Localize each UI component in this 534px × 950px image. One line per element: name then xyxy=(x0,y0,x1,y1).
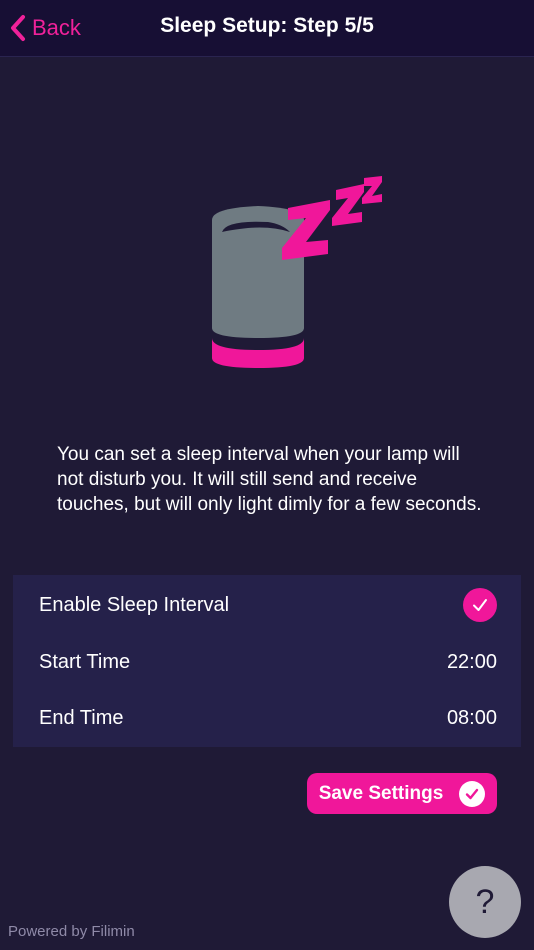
enable-sleep-label: Enable Sleep Interval xyxy=(39,593,230,616)
end-time-label: End Time xyxy=(39,706,124,729)
enable-sleep-checkbox[interactable] xyxy=(463,588,497,622)
end-time-row[interactable]: End Time 08:00 xyxy=(39,698,497,738)
page-title: Sleep Setup: Step 5/5 xyxy=(160,14,374,37)
start-time-row[interactable]: Start Time 22:00 xyxy=(39,642,497,682)
sleep-settings-panel: Enable Sleep Interval Start Time 22:00 E… xyxy=(13,575,521,747)
end-time-value[interactable]: 08:00 xyxy=(447,707,497,730)
check-circle-icon xyxy=(459,780,486,807)
enable-sleep-row[interactable]: Enable Sleep Interval xyxy=(39,585,497,625)
start-time-label: Start Time xyxy=(39,650,131,673)
check-icon xyxy=(473,599,487,611)
top-bar: Back Sleep Setup: Step 5/5 xyxy=(0,0,534,57)
save-settings-button[interactable]: Save Settings xyxy=(307,773,497,814)
description-text: You can set a sleep interval when your l… xyxy=(57,444,482,515)
start-time-value[interactable]: 22:00 xyxy=(447,651,497,674)
sleeping-lamp-icon xyxy=(212,176,382,368)
help-button[interactable]: ? xyxy=(449,866,521,938)
save-settings-label: Save Settings xyxy=(318,782,444,804)
question-mark-icon: ? xyxy=(475,882,495,921)
powered-by-text: Powered by Filimin xyxy=(8,923,135,940)
